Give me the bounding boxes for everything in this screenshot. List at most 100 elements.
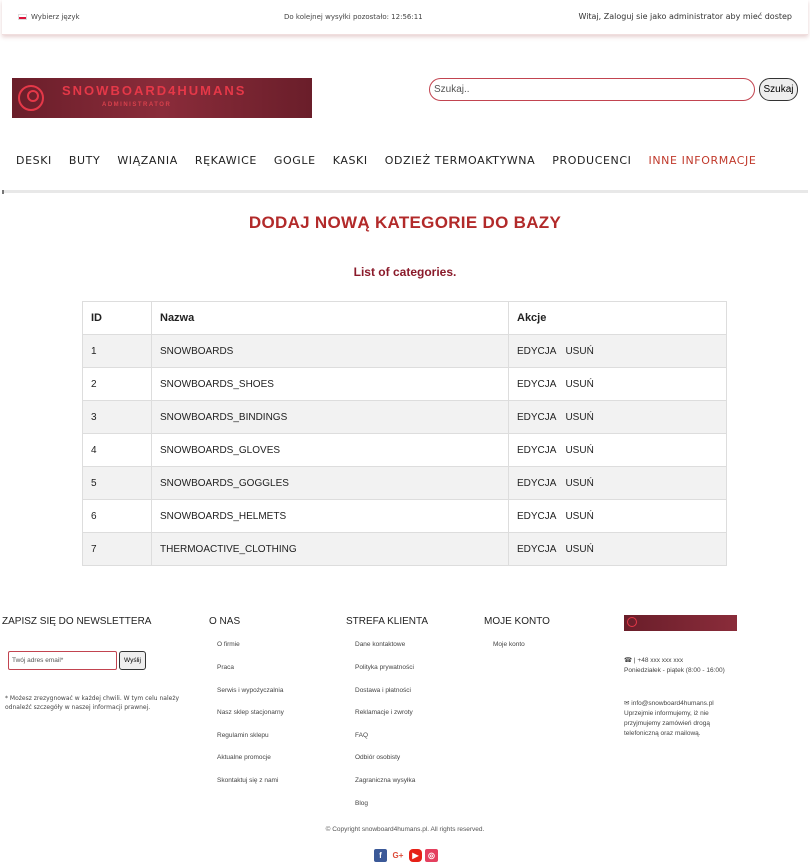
nav-item-odziez[interactable]: ODZIEŻ TERMOAKTYWNA (385, 154, 536, 167)
top-bar: Wybierz język Do kolejnej wysyłki pozost… (2, 0, 808, 35)
edit-link[interactable]: EDYCJA (517, 544, 556, 555)
footer-link[interactable]: Polityka prywatności (355, 664, 414, 671)
cell-name: THERMOACTIVE_CLOTHING (151, 532, 509, 566)
client-zone-heading: STREFA KLIENTA (346, 616, 429, 627)
search-input[interactable] (429, 78, 755, 101)
logo-mark-icon (18, 85, 44, 111)
nav-item-rekawice[interactable]: RĘKAWICE (195, 154, 257, 167)
edit-link[interactable]: EDYCJA (517, 346, 556, 357)
delete-link[interactable]: USUŃ (565, 544, 593, 555)
delete-link[interactable]: USUŃ (565, 478, 593, 489)
email-contact: ✉ info@snowboard4humans.pl Uprzejmie inf… (624, 699, 734, 739)
cell-id: 6 (82, 499, 152, 533)
edit-link[interactable]: EDYCJA (517, 445, 556, 456)
table-row: 7 THERMOACTIVE_CLOTHING EDYCJA USUŃ (82, 532, 727, 566)
footer-logo (624, 615, 737, 631)
cell-actions: EDYCJA USUŃ (508, 400, 727, 434)
language-selector[interactable]: Wybierz język (18, 13, 80, 21)
footer-link[interactable]: Nasz sklep stacjonarny (217, 709, 284, 716)
newsletter-note: * Możesz zrezygnować w każdej chwili. W … (5, 695, 180, 711)
footer-link[interactable]: Zagraniczna wysyłka (355, 777, 415, 784)
opening-hours: Poniedziałek - piątek (8:00 - 16:00) (624, 667, 725, 674)
table-row: 2 SNOWBOARDS_SHOES EDYCJA USUŃ (82, 367, 727, 401)
delete-link[interactable]: USUŃ (565, 412, 593, 423)
table-row: 4 SNOWBOARDS_GLOVES EDYCJA USUŃ (82, 433, 727, 467)
divider-edge (2, 190, 4, 194)
search-button[interactable]: Szukaj (759, 78, 798, 101)
cell-name: SNOWBOARDS_GLOVES (151, 433, 509, 467)
cell-actions: EDYCJA USUŃ (508, 334, 727, 368)
nav-item-producenci[interactable]: PRODUCENCI (552, 154, 631, 167)
account-heading: MOJE KONTO (484, 616, 550, 627)
newsletter-email-input[interactable] (8, 651, 117, 670)
footer-link[interactable]: Reklamacje i zwroty (355, 709, 413, 716)
cell-id: 7 (82, 532, 152, 566)
cell-id: 1 (82, 334, 152, 368)
footer-link[interactable]: Aktualne promocje (217, 754, 271, 761)
newsletter-submit-button[interactable]: Wyślij (119, 651, 146, 670)
list-subtitle: List of categories. (353, 265, 457, 279)
column-id: ID (82, 301, 152, 335)
table-row: 5 SNOWBOARDS_GOGGLES EDYCJA USUŃ (82, 466, 727, 500)
logo-mark-icon (627, 617, 637, 627)
login-link[interactable]: Witaj, Zaloguj sie jako administrator ab… (578, 12, 792, 21)
newsletter-heading: ZAPISZ SIĘ DO NEWSLETTERA (2, 616, 152, 627)
copyright: © Copyright snowboard4humans.pl. All rig… (325, 826, 485, 833)
cell-actions: EDYCJA USUŃ (508, 499, 727, 533)
column-actions: Akcje (508, 301, 727, 335)
edit-link[interactable]: EDYCJA (517, 478, 556, 489)
page-title: DODAJ NOWĄ KATEGORIE DO BAZY (248, 213, 562, 232)
cell-name: SNOWBOARDS_BINDINGS (151, 400, 509, 434)
cell-id: 5 (82, 466, 152, 500)
footer-link[interactable]: Odbiór osobisty (355, 754, 400, 761)
footer-link[interactable]: Moje konto (493, 641, 525, 648)
cell-name: SNOWBOARDS_HELMETS (151, 499, 509, 533)
site-logo[interactable]: SNOWBOARD4HUMANS ADMINISTRATOR (12, 78, 312, 118)
delete-link[interactable]: USUŃ (565, 511, 593, 522)
footer-link[interactable]: FAQ (355, 732, 368, 739)
nav-item-wiazania[interactable]: WIĄZANIA (117, 154, 178, 167)
footer-link[interactable]: Praca (217, 664, 234, 671)
facebook-icon[interactable]: f (374, 849, 387, 862)
nav-item-inne-informacje[interactable]: INNE INFORMACJE (648, 154, 756, 167)
main-nav: DESKI BUTY WIĄZANIA RĘKAWICE GOGLE KASKI… (16, 154, 773, 167)
logo-text: SNOWBOARD4HUMANS ADMINISTRATOR (62, 83, 247, 109)
footer-link[interactable]: Dane kontaktowe (355, 641, 405, 648)
cell-id: 3 (82, 400, 152, 434)
nav-item-gogle[interactable]: GOGLE (274, 154, 316, 167)
table-row: 1 SNOWBOARDS EDYCJA USUŃ (82, 334, 727, 368)
footer-link[interactable]: Skontaktuj się z nami (217, 777, 278, 784)
footer-link[interactable]: Regulamin sklepu (217, 732, 269, 739)
delete-link[interactable]: USUŃ (565, 445, 593, 456)
envelope-icon: ✉ (624, 700, 630, 707)
nav-item-kaski[interactable]: KASKI (333, 154, 368, 167)
edit-link[interactable]: EDYCJA (517, 511, 556, 522)
cell-actions: EDYCJA USUŃ (508, 532, 727, 566)
cell-name: SNOWBOARDS_SHOES (151, 367, 509, 401)
email-link[interactable]: info@snowboard4humans.pl (631, 700, 713, 707)
footer-link[interactable]: Dostawa i płatności (355, 687, 411, 694)
social-links: f G+ ▶ ◎ (374, 849, 438, 862)
cell-id: 4 (82, 433, 152, 467)
nav-item-buty[interactable]: BUTY (69, 154, 100, 167)
language-label: Wybierz język (31, 13, 80, 21)
phone-contact: ☎ | +48 xxx xxx xxx Poniedziałek - piąte… (624, 657, 725, 674)
email-note: Uprzejmie informujemy, iż nie przyjmujem… (624, 710, 710, 737)
delete-link[interactable]: USUŃ (565, 379, 593, 390)
google-plus-icon[interactable]: G+ (390, 849, 406, 862)
cell-actions: EDYCJA USUŃ (508, 433, 727, 467)
delete-link[interactable]: USUŃ (565, 346, 593, 357)
footer-link[interactable]: O firmie (217, 641, 240, 648)
instagram-icon[interactable]: ◎ (425, 849, 438, 862)
youtube-icon[interactable]: ▶ (409, 849, 422, 862)
cell-actions: EDYCJA USUŃ (508, 466, 727, 500)
phone-icon: ☎ (624, 657, 633, 664)
edit-link[interactable]: EDYCJA (517, 379, 556, 390)
categories-table: ID Nazwa Akcje 1 SNOWBOARDS EDYCJA USUŃ 2… (82, 301, 727, 566)
cell-id: 2 (82, 367, 152, 401)
edit-link[interactable]: EDYCJA (517, 412, 556, 423)
footer-link[interactable]: Serwis i wypożyczalnia (217, 687, 283, 694)
nav-divider (2, 190, 808, 193)
footer-link[interactable]: Blog (355, 800, 368, 807)
nav-item-deski[interactable]: DESKI (16, 154, 52, 167)
